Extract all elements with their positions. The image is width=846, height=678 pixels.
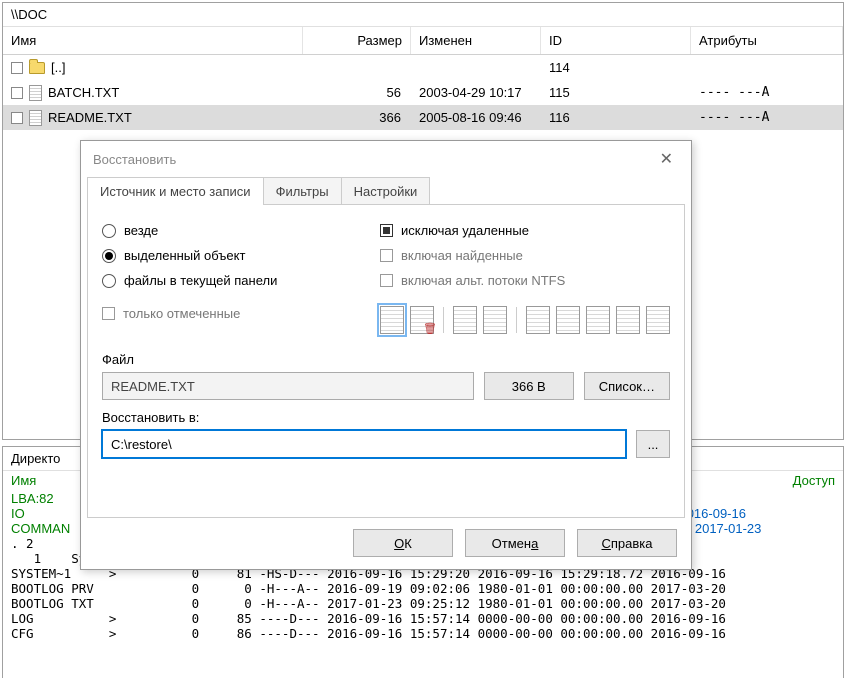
- file-icon: [29, 85, 42, 101]
- help-button[interactable]: Справка: [577, 529, 677, 557]
- cell-size: 56: [303, 85, 411, 100]
- doc-variant5-icon[interactable]: [586, 306, 610, 334]
- row-checkbox[interactable]: [11, 112, 23, 124]
- doc-variant3-icon[interactable]: [526, 306, 550, 334]
- file-name: BATCH.TXT: [48, 85, 119, 100]
- tab-content: везде выделенный объект файлы в текущей …: [87, 204, 685, 518]
- doc-icon[interactable]: [380, 306, 404, 334]
- doc-delete-icon[interactable]: 🗑: [410, 306, 434, 334]
- path-bar: \\DOC: [3, 3, 843, 27]
- doc-variant6-icon[interactable]: [616, 306, 640, 334]
- close-icon[interactable]: ✕: [654, 149, 679, 169]
- log-line: LOG > 0 85 ----D--- 2016-09-16 15:57:14 …: [3, 611, 843, 626]
- row-checkbox[interactable]: [11, 62, 23, 74]
- table-row[interactable]: README.TXT 3662005-08-16 09:46116---- ---…: [3, 105, 843, 130]
- restore-dialog: Восстановить ✕ Источник и место записи Ф…: [80, 140, 692, 570]
- row-checkbox[interactable]: [11, 87, 23, 99]
- tabs: Источник и место записи Фильтры Настройк…: [81, 177, 691, 205]
- tab-settings[interactable]: Настройки: [341, 177, 431, 205]
- file-name: [..]: [51, 60, 65, 75]
- col-modified[interactable]: Изменен: [411, 27, 541, 54]
- file-input: [102, 372, 474, 400]
- cell-attr: ---- ---A: [691, 85, 843, 100]
- doc-variant7-icon[interactable]: [646, 306, 670, 334]
- table-header: Имя Размер Изменен ID Атрибуты: [3, 27, 843, 55]
- cell-modified: 2005-08-16 09:46: [411, 110, 541, 125]
- check-excl-deleted[interactable]: исключая удаленные: [380, 223, 670, 238]
- separator: [516, 307, 517, 333]
- col-name[interactable]: Имя: [3, 27, 303, 54]
- size-button[interactable]: 366 B: [484, 372, 574, 400]
- doc-variant-icon[interactable]: [453, 306, 477, 334]
- col-size[interactable]: Размер: [303, 27, 411, 54]
- log-line: CFG > 0 86 ----D--- 2016-09-16 15:57:14 …: [3, 626, 843, 641]
- cell-id: 114: [541, 60, 691, 75]
- separator: [443, 307, 444, 333]
- check-incl-alt-ntfs[interactable]: включая альт. потоки NTFS: [380, 273, 670, 288]
- browse-button[interactable]: ...: [636, 430, 670, 458]
- ok-button[interactable]: OК: [353, 529, 453, 557]
- file-icon: [29, 110, 42, 126]
- col-attributes[interactable]: Атрибуты: [691, 27, 843, 54]
- radio-everywhere[interactable]: везде: [102, 223, 350, 238]
- log-line: BOOTLOG TXT 0 0 -H---A-- 2017-01-23 09:2…: [3, 596, 843, 611]
- table-row[interactable]: BATCH.TXT 562003-04-29 10:17115---- ---A: [3, 80, 843, 105]
- cell-id: 116: [541, 110, 691, 125]
- cell-id: 115: [541, 85, 691, 100]
- check-only-marked: только отмеченные: [102, 306, 350, 321]
- dialog-titlebar: Восстановить ✕: [81, 141, 691, 177]
- restore-to-input[interactable]: [102, 430, 626, 458]
- tab-filters[interactable]: Фильтры: [263, 177, 342, 205]
- cell-size: 366: [303, 110, 411, 125]
- cell-attr: ---- ---A: [691, 110, 843, 125]
- dialog-buttons: OК Отмена Справка: [81, 519, 691, 569]
- cell-modified: 2003-04-29 10:17: [411, 85, 541, 100]
- icon-toolbar: 🗑: [380, 306, 670, 334]
- file-label: Файл: [102, 352, 670, 367]
- doc-variant4-icon[interactable]: [556, 306, 580, 334]
- doc-variant2-icon[interactable]: [483, 306, 507, 334]
- tab-source[interactable]: Источник и место записи: [87, 177, 264, 205]
- cancel-button[interactable]: Отмена: [465, 529, 565, 557]
- table-row[interactable]: [..] 114: [3, 55, 843, 80]
- col-id[interactable]: ID: [541, 27, 691, 54]
- radio-current-panel[interactable]: файлы в текущей панели: [102, 273, 350, 288]
- restore-to-label: Восстановить в:: [102, 410, 670, 425]
- dialog-title: Восстановить: [93, 152, 176, 167]
- folder-icon: [29, 62, 45, 74]
- file-name: README.TXT: [48, 110, 132, 125]
- radio-selected[interactable]: выделенный объект: [102, 248, 350, 263]
- log-line: BOOTLOG PRV 0 0 -H---A-- 2016-09-19 09:0…: [3, 581, 843, 596]
- check-incl-found[interactable]: включая найденные: [380, 248, 670, 263]
- list-button[interactable]: Список…: [584, 372, 670, 400]
